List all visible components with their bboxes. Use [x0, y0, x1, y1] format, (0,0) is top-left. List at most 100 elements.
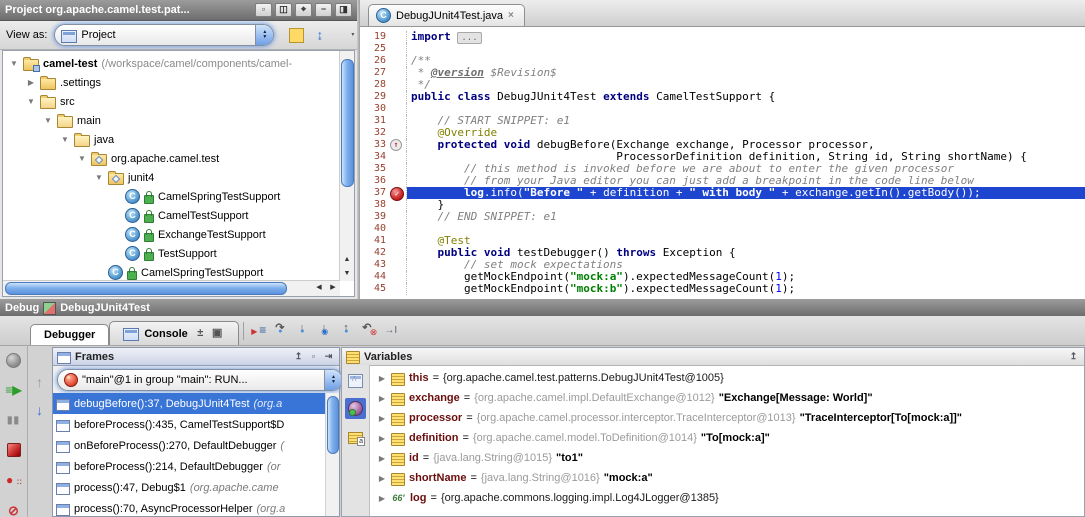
code-line[interactable]: 27 * @version $Revision$ — [360, 67, 1085, 79]
code-line[interactable]: 39 // END SNIPPET: e1 — [360, 211, 1085, 223]
gutter[interactable] — [389, 259, 407, 271]
hide-right-button[interactable]: ⇥ — [322, 350, 335, 362]
gutter[interactable] — [389, 163, 407, 175]
frame-down-button[interactable]: ↓ — [32, 403, 47, 418]
gutter[interactable] — [389, 55, 407, 67]
variable-row[interactable]: ▶this = {org.apache.camel.test.patterns.… — [369, 368, 1084, 388]
show-execution-point-button[interactable] — [248, 320, 270, 342]
tree-expander-icon[interactable]: ▼ — [26, 97, 36, 106]
mute-breakpoints-button[interactable]: ⊘ — [3, 499, 25, 517]
tree-item-camelspringtestsupport[interactable]: CCamelSpringTestSupport — [3, 263, 339, 280]
frame-row[interactable]: process():47, Debug$1 (org.apache.came — [53, 477, 339, 498]
tree-expander-icon[interactable]: ▼ — [60, 135, 70, 144]
view-breakpoints-button[interactable] — [3, 469, 25, 491]
project-tree-hscrollbar[interactable]: ◀ ▶ — [3, 280, 340, 296]
gutter[interactable] — [389, 31, 407, 43]
expand-icon[interactable]: ▶ — [377, 434, 387, 443]
step-out-button[interactable] — [336, 320, 358, 342]
variable-row[interactable]: ▶exchange = {org.apache.camel.impl.Defau… — [369, 388, 1084, 408]
gutter[interactable] — [389, 91, 407, 103]
variable-row[interactable]: ▶processor = {org.apache.camel.processor… — [369, 408, 1084, 428]
expand-icon[interactable]: ▶ — [377, 494, 387, 503]
gutter[interactable] — [389, 247, 407, 259]
settings-gear-button[interactable] — [335, 28, 350, 43]
frame-row[interactable]: process():70, AsyncProcessorHelper (org.… — [53, 498, 339, 516]
view-as-stepper[interactable]: ▲▼ — [255, 25, 273, 45]
gutter[interactable] — [389, 103, 407, 115]
expand-icon[interactable]: ▶ — [377, 374, 387, 383]
tree-item-camel-test[interactable]: ▼camel-test (/workspace/camel/components… — [3, 54, 339, 73]
tree-item-cameltestsupport[interactable]: CCamelTestSupport — [3, 206, 339, 225]
code-line[interactable]: 29public class DebugJUnit4Test extends C… — [360, 91, 1085, 103]
code-line-current[interactable]: 37✓ log.info("Before " + definition + " … — [360, 187, 1085, 199]
gutter[interactable] — [389, 283, 407, 295]
tab-debugger[interactable]: Debugger — [30, 324, 109, 345]
gutter[interactable] — [389, 271, 407, 283]
gutter[interactable] — [389, 43, 407, 55]
step-over-button[interactable] — [270, 320, 292, 342]
override-icon[interactable]: ↑ — [390, 139, 402, 151]
view-as-select[interactable]: Project ▲▼ — [54, 24, 274, 46]
scroll-up-arrow[interactable]: ▲ — [340, 253, 354, 267]
tree-item-org-apache-camel-test[interactable]: ▼org.apache.camel.test — [3, 149, 339, 168]
tree-expander-icon[interactable]: ▼ — [43, 116, 53, 125]
code-line[interactable]: 25 — [360, 43, 1085, 55]
float-window-button[interactable]: ▫ — [255, 3, 272, 17]
drop-frame-button[interactable] — [358, 320, 380, 342]
tree-item-main[interactable]: ▼main — [3, 111, 339, 130]
watches-button[interactable] — [345, 398, 366, 419]
tree-item--settings[interactable]: ▶.settings — [3, 73, 339, 92]
step-into-button[interactable] — [292, 320, 314, 342]
frame-up-button[interactable]: ↑ — [32, 375, 47, 390]
hscroll-thumb[interactable] — [5, 282, 287, 295]
variable-row[interactable]: ▶shortName = {java.lang.String@1016}"moc… — [369, 468, 1084, 488]
expand-icon[interactable]: ▶ — [377, 454, 387, 463]
tree-item-testsupport[interactable]: CTestSupport — [3, 244, 339, 263]
gutter[interactable] — [389, 175, 407, 187]
gutter[interactable] — [389, 79, 407, 91]
hide-side-button[interactable]: ◨ — [335, 3, 352, 17]
scroll-from-source-button[interactable] — [289, 28, 304, 43]
code-line[interactable]: 45 getMockEndpoint("mock:b").expectedMes… — [360, 283, 1085, 295]
float-window-button[interactable]: ▫ — [307, 350, 320, 362]
resume-button[interactable] — [3, 379, 25, 401]
code-line[interactable]: 19import ... — [360, 31, 1085, 43]
force-step-into-button[interactable] — [314, 320, 336, 342]
frames-vscrollbar[interactable] — [325, 393, 339, 516]
gutter[interactable] — [389, 127, 407, 139]
dock-button[interactable]: ◫ — [275, 3, 292, 17]
frame-row[interactable]: debugBefore():37, DebugJUnit4Test (org.a — [53, 393, 339, 414]
scroll-right-arrow[interactable]: ▶ — [326, 281, 340, 295]
float-small-button[interactable]: ▣ — [210, 326, 225, 341]
tree-item-src[interactable]: ▼src — [3, 92, 339, 111]
tree-expander-icon[interactable]: ▼ — [94, 173, 104, 182]
frames-vscroll-thumb[interactable] — [327, 396, 339, 454]
expand-icon[interactable]: ▶ — [377, 414, 387, 423]
gutter[interactable] — [389, 67, 407, 79]
tree-item-java[interactable]: ▼java — [3, 130, 339, 149]
variable-row[interactable]: ▶id = {java.lang.String@1015}"to1" — [369, 448, 1084, 468]
restore-button[interactable]: ↥ — [292, 350, 305, 362]
minimize-button[interactable]: − — [315, 3, 332, 17]
editor-tab[interactable]: C DebugJUnit4Test.java × — [368, 4, 525, 26]
gutter[interactable] — [389, 211, 407, 223]
tree-expander-icon[interactable]: ▼ — [77, 154, 87, 163]
tree-expander-icon[interactable]: ▶ — [26, 78, 36, 87]
expand-icon[interactable]: ▶ — [377, 474, 387, 483]
gutter[interactable] — [389, 115, 407, 127]
scroll-left-arrow[interactable]: ◀ — [312, 281, 326, 295]
project-tree-vscrollbar[interactable]: ▲ ▼ — [339, 51, 354, 281]
vscroll-thumb[interactable] — [341, 59, 354, 187]
expand-icon[interactable]: ▶ — [377, 394, 387, 403]
tab-console[interactable]: Console ±▣ — [109, 321, 238, 345]
debug-bug-button[interactable] — [3, 349, 25, 371]
stop-button[interactable] — [3, 439, 25, 461]
pause-button[interactable] — [3, 409, 25, 431]
restore-button[interactable]: ↥ — [1067, 350, 1080, 362]
collapse-all-button[interactable]: ↨ — [312, 28, 327, 43]
tree-item-exchangetestsupport[interactable]: CExchangeTestSupport — [3, 225, 339, 244]
frame-row[interactable]: onBeforeProcess():270, DefaultDebugger ( — [53, 435, 339, 456]
gutter[interactable] — [389, 151, 407, 163]
frame-row[interactable]: beforeProcess():435, CamelTestSupport$D — [53, 414, 339, 435]
show-fields-button[interactable] — [345, 426, 366, 447]
